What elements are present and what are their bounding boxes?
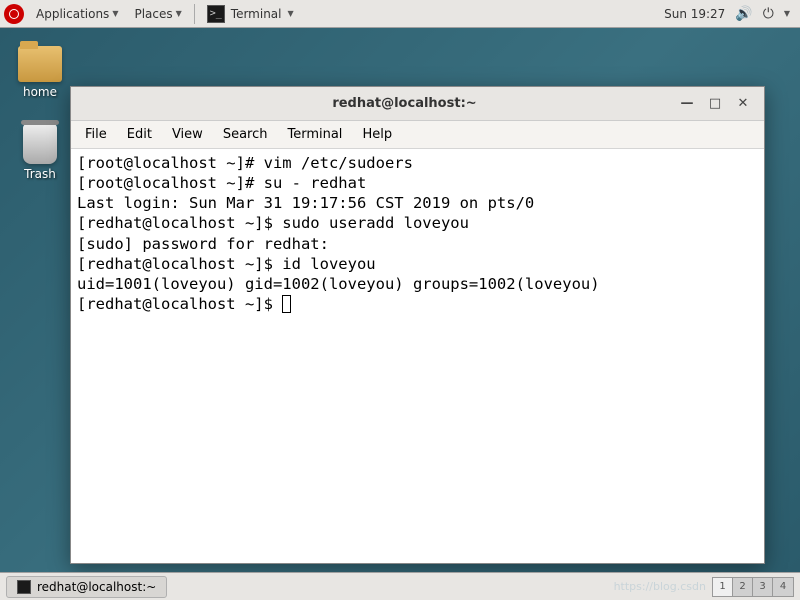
window-title: redhat@localhost:~ bbox=[131, 96, 678, 111]
trash-label: Trash bbox=[24, 167, 56, 181]
terminal-line: [sudo] password for redhat: bbox=[77, 235, 329, 253]
menu-view[interactable]: View bbox=[162, 121, 213, 149]
terminal-prompt: [redhat@localhost ~]$ bbox=[77, 295, 282, 313]
menubar: File Edit View Search Terminal Help bbox=[71, 121, 764, 149]
workspace-4[interactable]: 4 bbox=[773, 578, 793, 596]
menu-search[interactable]: Search bbox=[213, 121, 278, 149]
terminal-line: [redhat@localhost ~]$ id loveyou bbox=[77, 255, 376, 273]
menu-help[interactable]: Help bbox=[352, 121, 402, 149]
desktop-icon-home[interactable]: home bbox=[10, 46, 70, 99]
terminal-line: [root@localhost ~]# vim /etc/sudoers bbox=[77, 154, 413, 172]
home-label: home bbox=[23, 85, 57, 99]
titlebar-controls: — □ ✕ bbox=[678, 95, 764, 113]
maximize-button[interactable]: □ bbox=[706, 95, 724, 113]
taskbar-item-terminal[interactable]: redhat@localhost:~ bbox=[6, 576, 167, 598]
chevron-down-icon: ▼ bbox=[176, 9, 182, 18]
chevron-down-icon: ▼ bbox=[784, 9, 790, 18]
terminal-icon: >_ bbox=[207, 5, 225, 23]
panel-right: Sun 19:27 🔊 ⏻ ▼ bbox=[664, 6, 800, 22]
titlebar[interactable]: redhat@localhost:~ — □ ✕ bbox=[71, 87, 764, 121]
chevron-down-icon: ▼ bbox=[288, 9, 294, 18]
bottom-panel-right: https://blog.csdn 1 2 3 4 bbox=[614, 577, 794, 597]
cursor-icon bbox=[282, 295, 291, 313]
terminal-line: [root@localhost ~]# su - redhat bbox=[77, 174, 366, 192]
places-menu[interactable]: Places ▼ bbox=[126, 0, 189, 28]
panel-task-terminal[interactable]: >_ Terminal ▼ bbox=[199, 0, 302, 28]
clock[interactable]: Sun 19:27 bbox=[664, 7, 725, 21]
close-button[interactable]: ✕ bbox=[734, 95, 752, 113]
places-label: Places bbox=[134, 7, 172, 21]
desktop-icon-trash[interactable]: Trash bbox=[10, 124, 70, 181]
terminal-line: Last login: Sun Mar 31 19:17:56 CST 2019… bbox=[77, 194, 534, 212]
workspace-pager: 1 2 3 4 bbox=[712, 577, 794, 597]
terminal-icon bbox=[17, 580, 31, 594]
desktop[interactable]: home Trash redhat@localhost:~ — □ ✕ File… bbox=[0, 28, 800, 572]
distro-logo-icon[interactable] bbox=[4, 4, 24, 24]
panel-task-label: Terminal bbox=[231, 7, 282, 21]
top-panel: Applications ▼ Places ▼ >_ Terminal ▼ Su… bbox=[0, 0, 800, 28]
panel-separator bbox=[194, 4, 195, 24]
chevron-down-icon: ▼ bbox=[112, 9, 118, 18]
menu-edit[interactable]: Edit bbox=[117, 121, 162, 149]
workspace-3[interactable]: 3 bbox=[753, 578, 773, 596]
power-icon[interactable]: ⏻ bbox=[763, 6, 774, 22]
terminal-window: redhat@localhost:~ — □ ✕ File Edit View … bbox=[70, 86, 765, 564]
applications-menu[interactable]: Applications ▼ bbox=[28, 0, 126, 28]
workspace-1[interactable]: 1 bbox=[713, 578, 733, 596]
folder-icon bbox=[18, 46, 62, 82]
trash-icon bbox=[23, 124, 57, 164]
bottom-panel: redhat@localhost:~ https://blog.csdn 1 2… bbox=[0, 572, 800, 600]
menu-terminal[interactable]: Terminal bbox=[277, 121, 352, 149]
panel-left: Applications ▼ Places ▼ >_ Terminal ▼ bbox=[0, 0, 302, 28]
terminal-body[interactable]: [root@localhost ~]# vim /etc/sudoers [ro… bbox=[71, 149, 764, 563]
terminal-line: uid=1001(loveyou) gid=1002(loveyou) grou… bbox=[77, 275, 600, 293]
menu-file[interactable]: File bbox=[75, 121, 117, 149]
applications-label: Applications bbox=[36, 7, 109, 21]
workspace-2[interactable]: 2 bbox=[733, 578, 753, 596]
volume-icon[interactable]: 🔊 bbox=[735, 6, 752, 22]
minimize-button[interactable]: — bbox=[678, 95, 696, 113]
terminal-line: [redhat@localhost ~]$ sudo useradd lovey… bbox=[77, 214, 469, 232]
taskbar-label: redhat@localhost:~ bbox=[37, 580, 156, 594]
watermark: https://blog.csdn bbox=[614, 580, 706, 593]
